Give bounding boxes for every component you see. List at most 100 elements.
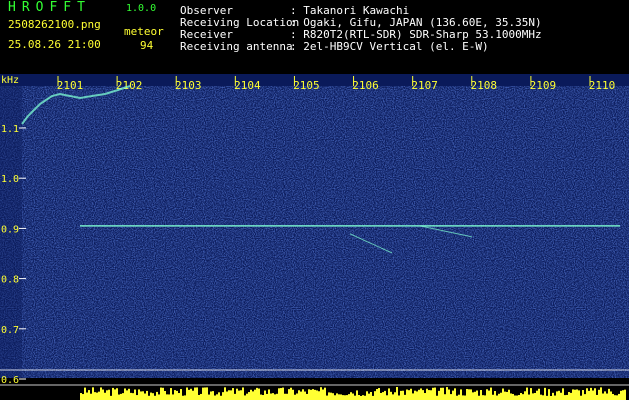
level-bar (282, 387, 284, 400)
level-bar (450, 394, 452, 400)
level-bar (358, 395, 360, 400)
level-bar (102, 389, 104, 400)
level-bar (86, 392, 88, 400)
level-bar (242, 387, 244, 400)
level-bar (152, 393, 154, 400)
level-bar (292, 389, 294, 400)
level-bar (480, 390, 482, 400)
level-bar (368, 393, 370, 400)
level-bar (338, 394, 340, 400)
level-bar (132, 393, 134, 400)
level-bar (136, 395, 138, 400)
level-bar (624, 389, 626, 400)
level-bar (192, 390, 194, 400)
x-tick-label: 2103 (175, 79, 202, 92)
level-bar (446, 387, 448, 400)
level-bar (296, 393, 298, 400)
level-bar (426, 388, 428, 400)
level-bar (118, 394, 120, 400)
level-bar (454, 388, 456, 400)
level-bar (476, 390, 478, 400)
level-bar (410, 388, 412, 400)
level-bar (210, 391, 212, 400)
level-bar (416, 391, 418, 400)
level-bar (522, 394, 524, 400)
level-bar (260, 394, 262, 400)
level-bar (602, 393, 604, 400)
level-bar (308, 389, 310, 400)
level-bar (408, 390, 410, 400)
level-bar (438, 390, 440, 400)
y-tick-label: 0.6 (1, 375, 19, 386)
level-bar (384, 390, 386, 400)
level-bar (526, 387, 528, 400)
level-bar (112, 387, 114, 400)
level-bar (468, 389, 470, 400)
level-bar (594, 388, 596, 400)
level-bar (202, 387, 204, 400)
level-bar (372, 395, 374, 400)
level-bar (466, 388, 468, 400)
level-bar (502, 388, 504, 400)
spectrogram-noise (22, 86, 629, 378)
level-bar (442, 387, 444, 400)
app-title: HROFFT (8, 0, 91, 15)
level-bar (270, 393, 272, 400)
level-bar (306, 393, 308, 400)
level-bar (550, 395, 552, 400)
y-tick-label: 1.1 (1, 124, 19, 135)
level-bar (214, 395, 216, 400)
level-bar (436, 395, 438, 400)
level-bar (362, 395, 364, 400)
level-bar (560, 392, 562, 400)
level-bar (142, 391, 144, 400)
level-bar (326, 395, 328, 400)
file-name: 2508262100.png (8, 18, 101, 31)
level-bar (612, 393, 614, 400)
level-bar (322, 389, 324, 400)
level-bar (498, 393, 500, 400)
level-bar (346, 395, 348, 400)
level-bar (164, 390, 166, 400)
level-bar (272, 393, 274, 400)
level-bar (620, 390, 622, 400)
level-bar (206, 387, 208, 400)
level-bar (304, 391, 306, 400)
level-bar (190, 388, 192, 400)
level-bar (236, 388, 238, 400)
level-bar (224, 387, 226, 400)
level-bar (80, 393, 82, 400)
level-bar (484, 395, 486, 400)
date-time: 25.08.26 21:00 (8, 38, 101, 51)
level-bar (96, 392, 98, 400)
level-bar (90, 393, 92, 400)
level-bar (314, 389, 316, 400)
level-bar (200, 393, 202, 400)
level-bar (294, 394, 296, 400)
level-bar (542, 395, 544, 400)
meteor-count: 94 (140, 39, 154, 52)
level-bar (336, 393, 338, 400)
level-bar (604, 391, 606, 400)
level-bar (238, 390, 240, 400)
level-bar (460, 389, 462, 400)
level-bar (496, 395, 498, 400)
level-bar (614, 395, 616, 400)
level-bar (462, 395, 464, 400)
level-bar (110, 395, 112, 400)
level-bar (572, 389, 574, 400)
level-bar (116, 388, 118, 400)
level-bar (144, 393, 146, 400)
level-bar (530, 388, 532, 400)
app-version: 1.0.0 (126, 3, 157, 14)
level-bar (114, 389, 116, 400)
level-bar (548, 389, 550, 400)
level-bar (606, 393, 608, 400)
level-bar (122, 393, 124, 400)
x-tick-label: 2105 (293, 79, 320, 92)
level-bar (300, 391, 302, 400)
level-bar (540, 394, 542, 400)
x-tick-label: 2110 (589, 79, 616, 92)
level-bar (428, 390, 430, 400)
x-tick-label: 2107 (411, 79, 438, 92)
